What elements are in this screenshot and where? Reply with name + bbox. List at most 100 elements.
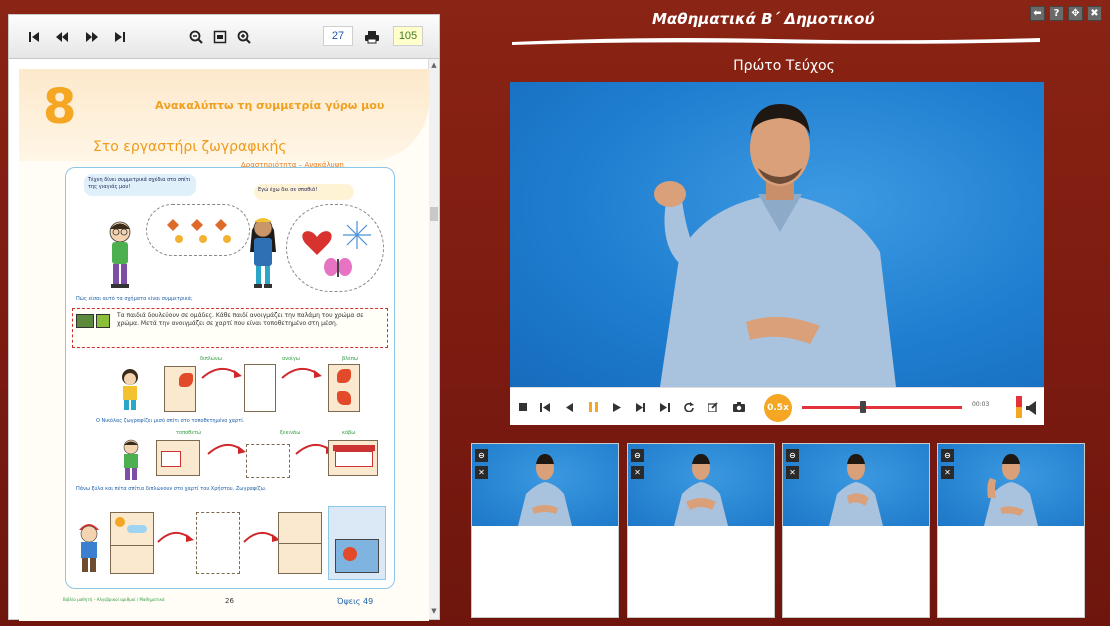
arrow-5 xyxy=(157,531,194,543)
instruction-box: Τα παιδιά δουλεύουν σε ομάδες. Κάθε παιδ… xyxy=(72,308,388,348)
boy-small-illustration xyxy=(123,439,139,480)
next-page-icon[interactable] xyxy=(83,29,101,45)
app-title: Μαθηματικά Β΄ Δημοτικού xyxy=(652,10,875,28)
step-label-4: τοποθετώ xyxy=(176,430,202,436)
thumbnail-video[interactable] xyxy=(472,444,618,526)
play-icon[interactable] xyxy=(610,400,624,414)
question-text: Πώς είσαι αυτό τα σχήματα είναι συμμετρι… xyxy=(76,296,193,302)
camera-icon[interactable] xyxy=(732,400,746,414)
thumbnail-video[interactable] xyxy=(783,444,929,526)
close-icon[interactable]: ✖ xyxy=(1087,6,1102,21)
boy-cap-illustration xyxy=(79,524,99,572)
page-number: 26 xyxy=(225,597,234,605)
presenter-figure xyxy=(654,104,896,387)
progress-thumb[interactable] xyxy=(859,401,866,413)
paper-step-9 xyxy=(278,512,322,574)
back-arrow-icon[interactable]: ⬅ xyxy=(1030,6,1045,21)
skip-end-icon[interactable] xyxy=(658,400,672,414)
stop-icon[interactable] xyxy=(516,400,530,414)
step-label-2: ανοίγω xyxy=(282,356,300,362)
sign-language-video[interactable] xyxy=(510,82,1044,387)
speech-bubble-right: Εγώ έχω δει σε σπαθιά! xyxy=(254,184,354,200)
thumbnail-toggle-icon[interactable]: ⊖ xyxy=(786,449,799,462)
step-label-3: βλέπω xyxy=(342,356,359,362)
paper-step-8 xyxy=(196,512,240,574)
step-back-icon[interactable] xyxy=(562,400,576,414)
first-page-icon[interactable] xyxy=(25,29,43,45)
move-icon[interactable]: ✥ xyxy=(1068,6,1083,21)
video-controls: 0.5x 00:03 xyxy=(510,387,1044,425)
arrow-1 xyxy=(201,367,242,379)
zoom-out-icon[interactable] xyxy=(187,29,205,45)
paper-step-5 xyxy=(246,444,290,478)
paper-step-7 xyxy=(110,512,154,574)
thumbnail-close-icon[interactable]: ✕ xyxy=(475,466,488,479)
total-pages: 105 xyxy=(393,26,423,46)
video-thumbnail-1[interactable]: ⊖ ✕ xyxy=(471,443,619,618)
arrow-3 xyxy=(207,443,246,455)
thought-cloud-shapes xyxy=(286,204,384,292)
lesson-title: Στο εργαστήρι ζωγραφικής xyxy=(93,139,287,155)
step-label-5: ξεκινάω xyxy=(280,430,301,436)
thumbnail-toggle-icon[interactable]: ⊖ xyxy=(475,449,488,462)
girl-small-illustration xyxy=(122,369,138,410)
pause-icon[interactable] xyxy=(586,400,600,414)
girl-illustration xyxy=(250,218,276,288)
chapter-number: 8 xyxy=(43,79,77,135)
print-icon[interactable] xyxy=(363,29,381,45)
scroll-thumb[interactable] xyxy=(430,207,438,221)
volume-icon[interactable] xyxy=(1026,400,1036,419)
note-1: Ο Νικόλας ζωγραφίζει μισό σπίτι στο τοπο… xyxy=(96,418,245,424)
fit-page-icon[interactable] xyxy=(211,29,229,45)
skip-start-icon[interactable] xyxy=(538,400,552,414)
arrow-6 xyxy=(243,531,280,543)
video-thumbnail-2[interactable]: ⊖ ✕ xyxy=(627,443,775,618)
paper-step-2 xyxy=(244,364,276,412)
volume-title: Πρώτο Τεύχος xyxy=(733,58,835,74)
help-icon[interactable]: ? xyxy=(1049,6,1064,21)
step-label-6: κόβω xyxy=(342,430,356,436)
paper-step-4 xyxy=(156,440,200,476)
previous-page-icon[interactable] xyxy=(53,29,71,45)
page-scrollbar[interactable]: ▲ ▼ xyxy=(428,59,439,619)
step-forward-icon[interactable] xyxy=(634,400,648,414)
thumbnail-close-icon[interactable]: ✕ xyxy=(631,466,644,479)
paint-icon xyxy=(76,314,94,328)
thumbnail-video[interactable] xyxy=(628,444,774,526)
thumbnail-video[interactable] xyxy=(938,444,1084,526)
edit-icon[interactable] xyxy=(706,400,720,414)
progress-track[interactable] xyxy=(802,406,962,409)
arrow-2 xyxy=(281,367,322,379)
thumbnail-close-icon[interactable]: ✕ xyxy=(786,466,799,479)
volume-level[interactable] xyxy=(1016,396,1022,418)
chapter-title: Ανακαλύπτω τη συμμετρία γύρω μου xyxy=(155,99,385,112)
thumbnail-close-icon[interactable]: ✕ xyxy=(941,466,954,479)
zoom-in-icon[interactable] xyxy=(235,29,253,45)
note-2: Πάνω ξύλα και πέτα σπίτια διπλώνουν στο … xyxy=(76,486,267,492)
book-viewer: 27 105 ▲ ▼ 8 Ανακαλύπτω τη συμμετρία γύρ… xyxy=(8,14,440,621)
step-label-1: διπλώνω xyxy=(200,356,222,362)
paper-step-3 xyxy=(328,364,360,412)
time-readout: 00:03 xyxy=(972,401,990,408)
video-thumbnail-3[interactable]: ⊖ ✕ xyxy=(782,443,930,618)
video-thumbnail-4[interactable]: ⊖ ✕ xyxy=(937,443,1085,618)
thumbnail-toggle-icon[interactable]: ⊖ xyxy=(631,449,644,462)
window-controls: ⬅ ? ✥ ✖ xyxy=(1030,6,1102,21)
paper-step-6 xyxy=(328,440,378,476)
page-footer-note: Βιβλίο μαθητή – Αλγεβρικοί αριθμοί / Μαθ… xyxy=(63,597,165,602)
current-page-input[interactable]: 27 xyxy=(323,26,353,46)
scroll-up-icon[interactable]: ▲ xyxy=(429,61,439,71)
speech-bubble-left: Τέχνη δίνει συμμετρικά σχέδια στο σπίτι … xyxy=(84,174,196,196)
playback-speed-button[interactable]: 0.5x xyxy=(764,394,792,422)
thumbnail-toggle-icon[interactable]: ⊖ xyxy=(941,449,954,462)
page-reference: Όψεις 49 xyxy=(337,597,374,606)
thought-cloud-pattern xyxy=(146,204,250,256)
book-page: 8 Ανακαλύπτω τη συμμετρία γύρω μου Στο ε… xyxy=(19,69,429,621)
boy-illustration xyxy=(109,221,131,288)
activity-box: Τέχνη δίνει συμμετρικά σχέδια στο σπίτι … xyxy=(65,167,395,589)
brush-stroke-divider xyxy=(512,38,1040,45)
group-icon xyxy=(96,314,110,328)
last-page-icon[interactable] xyxy=(111,29,129,45)
replay-icon[interactable] xyxy=(682,400,696,414)
scroll-down-icon[interactable]: ▼ xyxy=(429,607,439,617)
